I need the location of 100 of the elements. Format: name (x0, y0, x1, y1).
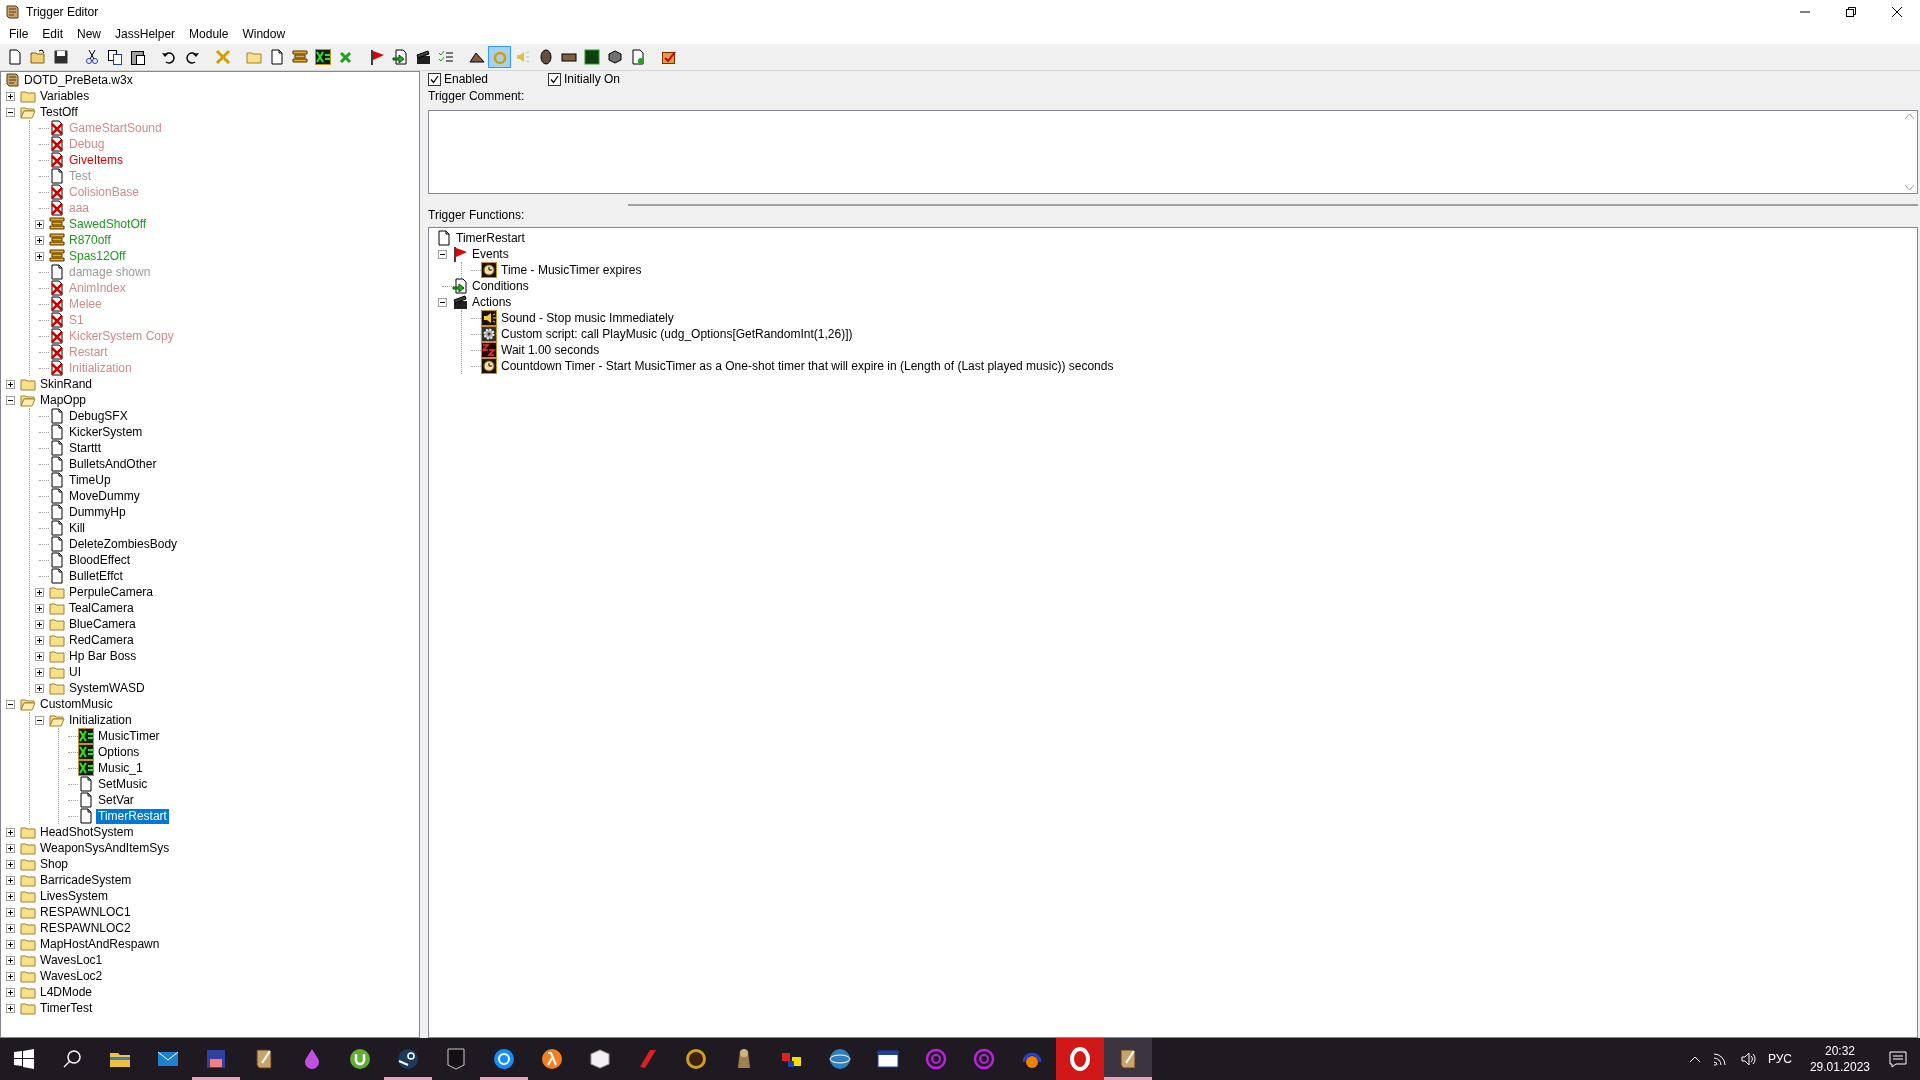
tree-item[interactable]: BlueCamera (67, 616, 138, 632)
expand-toggle[interactable] (35, 235, 44, 245)
expand-toggle[interactable] (6, 379, 15, 389)
tree-item[interactable]: Custom script: call PlayMusic (udg_Options[GetRandomInt(1,26)]) (499, 326, 855, 342)
expand-toggle[interactable] (35, 667, 44, 677)
expand-toggle[interactable] (35, 651, 44, 661)
expand-toggle[interactable] (6, 923, 15, 933)
tree-item[interactable]: TimerRestart (454, 230, 527, 246)
expand-toggle[interactable] (6, 939, 15, 949)
tree-item[interactable]: Sound - Stop music Immediately (499, 310, 676, 326)
expand-toggle[interactable] (438, 297, 447, 307)
tree-item[interactable]: DOTD_PreBeta.w3x (22, 72, 135, 88)
tree-item[interactable]: UI (67, 664, 83, 680)
tree-item[interactable]: WavesLoc1 (38, 952, 105, 968)
expand-toggle[interactable] (35, 715, 44, 725)
expand-toggle[interactable] (6, 91, 15, 101)
tree-item[interactable]: BulletEffct (67, 568, 125, 584)
tree-item[interactable]: RESPAWNLOC2 (38, 920, 133, 936)
menu-item[interactable]: File (2, 27, 36, 41)
tree-item[interactable]: KickerSystem (67, 424, 145, 440)
tree-item[interactable]: TimeUp (67, 472, 113, 488)
expand-toggle[interactable] (6, 971, 15, 981)
tree-item[interactable]: R870off (67, 232, 113, 248)
tree-item[interactable]: MapHostAndRespawn (38, 936, 162, 952)
expand-toggle[interactable] (6, 107, 15, 117)
expand-toggle[interactable] (438, 249, 447, 259)
tree-item[interactable]: SetMusic (96, 776, 150, 792)
tree-item[interactable]: DebugSFX (67, 408, 130, 424)
tree-item[interactable]: Wait 1.00 seconds (499, 342, 602, 358)
tree-item[interactable]: Time - MusicTimer expires (499, 262, 644, 278)
folder-icon (49, 600, 65, 616)
tree-item[interactable]: HeadShotSystem (38, 824, 136, 840)
tree-item[interactable]: Hp Bar Boss (67, 648, 139, 664)
tree-item[interactable]: Music_1 (96, 760, 145, 776)
tree-item[interactable]: TestOff (38, 104, 80, 120)
tree-item[interactable]: RedCamera (67, 632, 136, 648)
tree-item[interactable]: CustomMusic (38, 696, 115, 712)
menu-item[interactable]: Module (182, 27, 236, 41)
tree-item[interactable]: PerpuleCamera (67, 584, 156, 600)
menu-item[interactable]: JassHelper (108, 27, 183, 41)
tree-item[interactable]: SystemWASD (67, 680, 147, 696)
clock[interactable]: 20:32 29.01.2023 (1801, 1043, 1878, 1075)
expand-toggle[interactable] (6, 395, 15, 405)
tree-item[interactable]: Starttt (67, 440, 103, 456)
tree-item[interactable]: Events (470, 246, 511, 262)
tree-item[interactable]: SawedShotOff (67, 216, 149, 232)
menu-item[interactable]: Window (235, 27, 293, 41)
expand-toggle[interactable] (35, 603, 44, 613)
menu-item[interactable]: New (70, 27, 109, 41)
tree-item[interactable]: DeleteZombiesBody (67, 536, 180, 552)
expand-toggle[interactable] (6, 987, 15, 997)
checkbox[interactable] (428, 72, 441, 86)
tree-item[interactable]: Options (96, 744, 142, 760)
tree-item[interactable]: BarricadeSystem (38, 872, 134, 888)
expand-toggle[interactable] (6, 955, 15, 965)
expand-toggle[interactable] (6, 1003, 15, 1013)
tree-item[interactable]: BulletsAndOther (67, 456, 159, 472)
checkbox[interactable] (548, 72, 561, 86)
tree-item[interactable]: Countdown Timer - Start MusicTimer as a One-shot timer that will expire in (Length of (Last played music)) seconds (499, 358, 1116, 374)
expand-toggle[interactable] (6, 875, 15, 885)
flag-icon (368, 49, 385, 65)
expand-toggle[interactable] (35, 635, 44, 645)
tree-item[interactable]: LivesSystem (38, 888, 111, 904)
menu-item[interactable]: Edit (35, 27, 71, 41)
tree-item[interactable]: WavesLoc2 (38, 968, 105, 984)
expand-toggle[interactable] (35, 251, 44, 261)
tree-item[interactable]: GiveItems (67, 152, 125, 168)
tree-item[interactable]: BloodEffect (67, 552, 133, 568)
tree-item[interactable]: MusicTimer (96, 728, 162, 744)
tree-item[interactable]: Variables (38, 88, 92, 104)
expand-toggle[interactable] (6, 699, 15, 709)
language-indicator[interactable]: РУС (1767, 1052, 1792, 1066)
tree-item[interactable]: Conditions (470, 278, 531, 294)
tree-item[interactable]: Spas12Off (67, 248, 128, 264)
tree-item[interactable]: Kill (67, 520, 87, 536)
tree-item[interactable]: MoveDummy (67, 488, 142, 504)
tree-item[interactable]: MapOpp (38, 392, 89, 408)
comment-field[interactable] (428, 110, 1918, 194)
tree-item[interactable]: TealCamera (67, 600, 136, 616)
expand-toggle[interactable] (35, 619, 44, 629)
tree-item[interactable]: RESPAWNLOC1 (38, 904, 133, 920)
tree-item[interactable]: SkinRand (38, 376, 95, 392)
expand-toggle[interactable] (6, 843, 15, 853)
tree-item[interactable]: Actions (470, 294, 514, 310)
expand-toggle[interactable] (35, 683, 44, 693)
expand-toggle[interactable] (6, 907, 15, 917)
tree-item[interactable]: TimerTest (38, 1000, 95, 1016)
tree-item[interactable]: TimerRestart (96, 808, 169, 824)
expand-toggle[interactable] (35, 219, 44, 229)
expand-toggle[interactable] (6, 859, 15, 869)
expand-toggle[interactable] (6, 891, 15, 901)
tree-item[interactable]: WeaponSysAndItemSys (38, 840, 172, 856)
tree-item[interactable]: Initialization (67, 712, 134, 728)
tree-item[interactable]: SetVar (96, 792, 136, 808)
tree-item[interactable]: Shop (38, 856, 71, 872)
tree-item[interactable]: L4DMode (38, 984, 95, 1000)
taskbar-app[interactable] (1104, 1038, 1152, 1080)
expand-toggle[interactable] (35, 587, 44, 597)
expand-toggle[interactable] (6, 827, 15, 837)
tree-item[interactable]: DummyHp (67, 504, 128, 520)
